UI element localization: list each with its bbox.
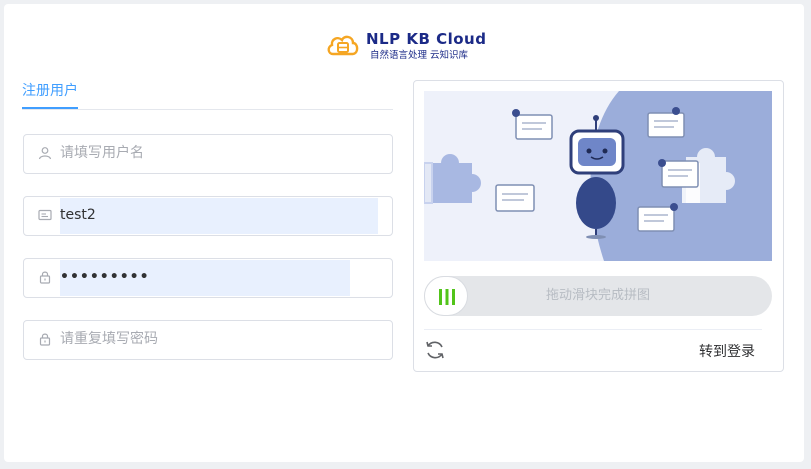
username-field[interactable] [23,134,393,174]
confirm-password-field[interactable] [23,320,393,360]
go-to-login-link[interactable]: 转到登录 [699,341,755,361]
id-card-icon [38,209,52,221]
slider-hint: 拖动滑块完成拼图 [545,288,650,303]
captcha-divider [424,329,762,330]
tab-register[interactable]: 注册用户 [22,80,78,106]
refresh-icon[interactable] [424,339,446,361]
captcha-puzzle-image [424,91,772,261]
username-input[interactable] [60,136,380,170]
brand-title: NLP KB Cloud [366,30,487,48]
confirm-password-input[interactable] [60,322,380,356]
slider-handle[interactable] [424,276,468,316]
password-field[interactable] [23,258,393,298]
cloud-database-icon [327,35,359,56]
tab-bar: 注册用户 [22,79,393,110]
user-icon [38,147,52,160]
brand-subtitle: 自然语言处理 云知识库 [370,50,469,61]
lock-icon [39,333,51,346]
password-input[interactable] [60,260,350,294]
tab-active-indicator [22,107,78,109]
drag-handle-icon [439,289,455,305]
nickname-field[interactable] [23,196,393,236]
nickname-input[interactable] [60,198,380,232]
lock-icon [39,271,51,284]
slider-captcha: 拖动滑块完成拼图 转到登录 [413,80,784,372]
brand-header: NLP KB Cloud 自然语言处理 云知识库 [326,28,506,62]
slider-track: 拖动滑块完成拼图 [424,276,772,316]
